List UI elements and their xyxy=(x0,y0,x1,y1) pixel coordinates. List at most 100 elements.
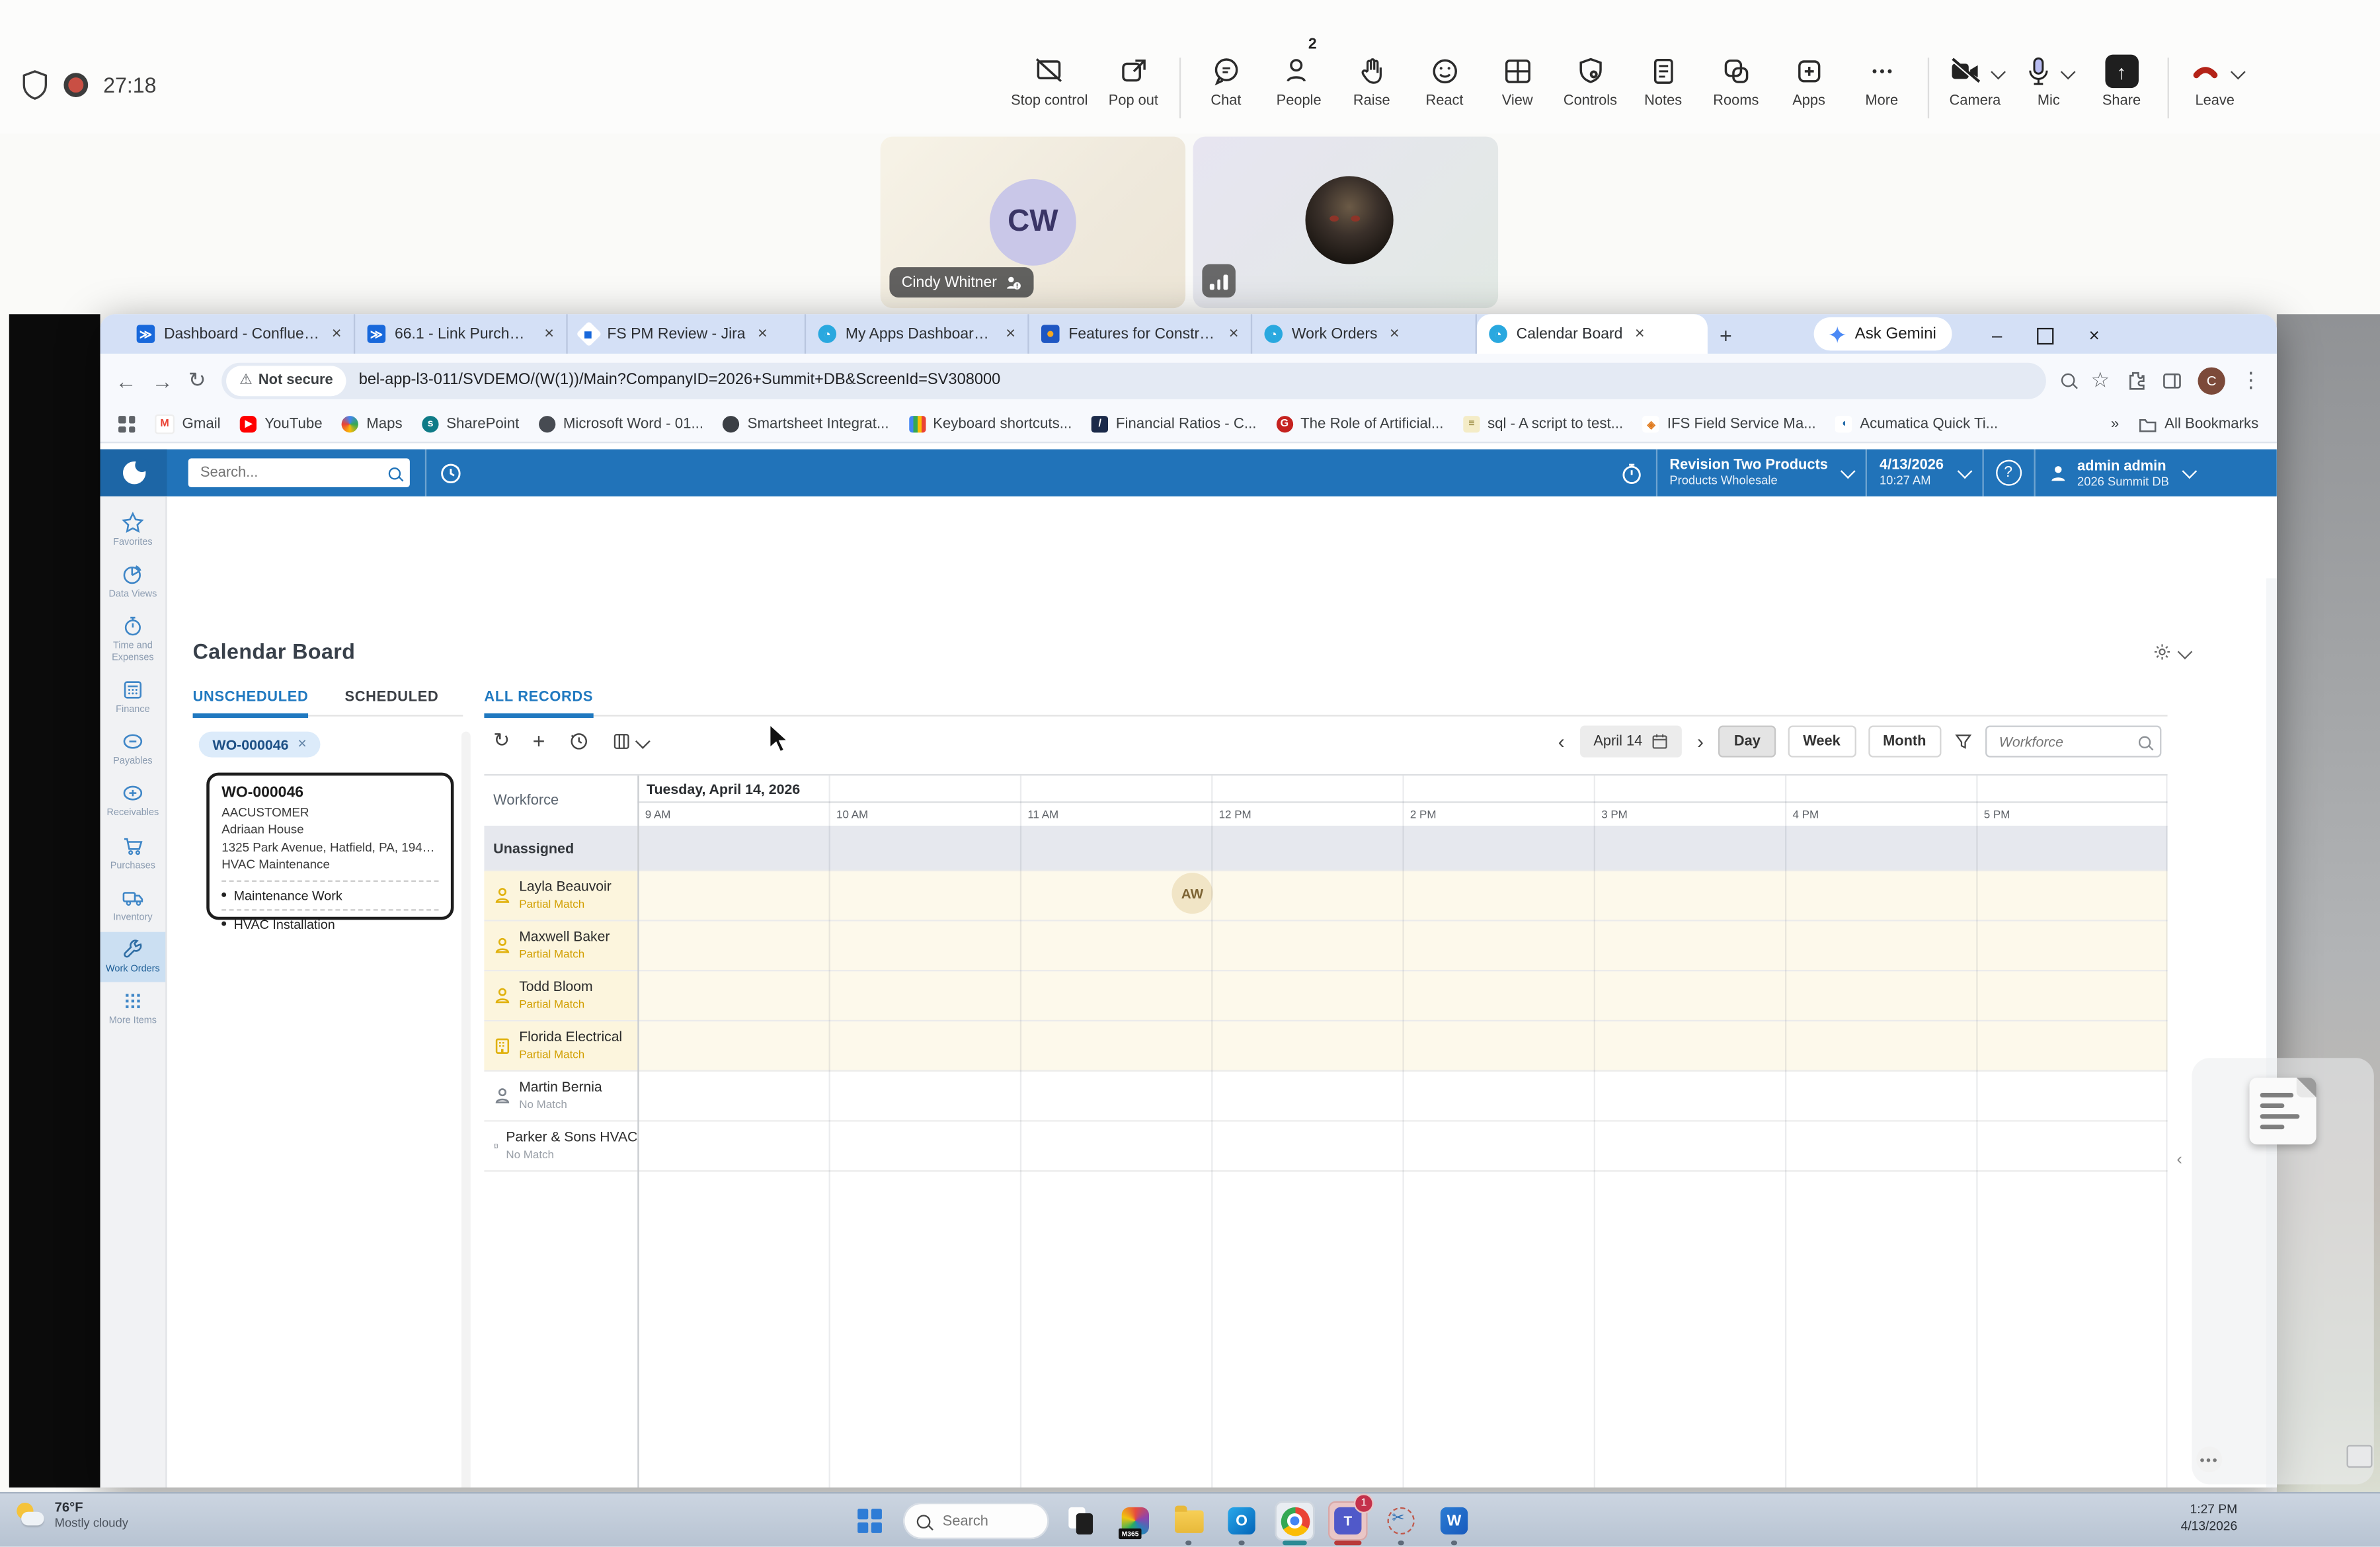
tab-close-icon[interactable]: × xyxy=(1390,325,1400,343)
view-button[interactable]: View xyxy=(1481,55,1554,109)
event-chip-aw[interactable]: AW xyxy=(1171,873,1213,914)
user-chevron-icon[interactable] xyxy=(2182,463,2198,479)
tab-all-records[interactable]: ALL RECORDS xyxy=(484,689,594,718)
calendar-row-maxwell-baker[interactable]: Maxwell Baker Partial Match xyxy=(484,921,2168,972)
apps-grid-icon[interactable] xyxy=(118,416,136,433)
taskbar-weather-widget[interactable]: 76°F Mostly cloudy xyxy=(15,1499,128,1530)
people-button[interactable]: 2 People xyxy=(1263,36,1335,109)
sidebar-item-finance[interactable]: Finance xyxy=(100,672,166,723)
tab-close-icon[interactable]: × xyxy=(1229,325,1239,343)
workforce-search[interactable] xyxy=(1985,725,2162,758)
tab-scheduled[interactable]: SCHEDULED xyxy=(344,689,438,715)
sidebar-item-payables[interactable]: Payables xyxy=(100,725,166,775)
work-order-card[interactable]: WO-000046 AACUSTOMER Adriaan House 1325 … xyxy=(206,772,454,932)
chrome-button[interactable] xyxy=(1275,1501,1315,1546)
calendar-row-florida-electrical[interactable]: Florida Electrical Partial Match xyxy=(484,1021,2168,1072)
camera-button[interactable]: Camera xyxy=(1938,55,2012,109)
bookmarks-overflow-chevrons[interactable]: » xyxy=(2111,416,2119,432)
file-explorer-button[interactable] xyxy=(1169,1501,1209,1546)
taskbar-clock[interactable]: 1:27 PM 4/13/2026 xyxy=(2131,1501,2238,1536)
raise-hand-button[interactable]: Raise xyxy=(1335,55,1408,109)
calendar-row-todd-bloom[interactable]: Todd Bloom Partial Match xyxy=(484,971,2168,1022)
calendar-row-layla-beauvoir[interactable]: Layla Beauvoir Partial Match AW xyxy=(484,871,2168,922)
panel-scrollbar[interactable] xyxy=(461,731,471,1488)
global-search-input[interactable] xyxy=(197,463,383,483)
help-button[interactable]: ? xyxy=(1981,449,2033,496)
bookmark-maps[interactable]: Maps xyxy=(342,416,403,433)
outlook-button[interactable]: O xyxy=(1222,1501,1261,1546)
panel-collapse-arrow[interactable]: ‹ xyxy=(2176,1150,2182,1169)
bookmark-gmail[interactable]: M Gmail xyxy=(155,414,221,434)
close-window-button[interactable]: × xyxy=(2070,317,2118,354)
notes-document-icon[interactable] xyxy=(2249,1078,2317,1145)
word-button[interactable]: W xyxy=(1435,1501,1474,1546)
tab-my-apps-dashboard[interactable]: ◔ My Apps Dashboard | Acu × xyxy=(806,314,1029,354)
tab-dashboard-confluence[interactable]: ≫ Dashboard - Confluence × xyxy=(124,314,356,354)
bookmark-sharepoint[interactable]: s SharePoint xyxy=(422,416,519,433)
notes-button[interactable]: Notes xyxy=(1627,55,1700,109)
leave-button[interactable]: Leave xyxy=(2178,55,2252,109)
pop-out-button[interactable]: Pop out xyxy=(1097,55,1170,109)
m365-copilot-button[interactable]: M365 xyxy=(1116,1501,1156,1541)
filter-chip-wo-000046[interactable]: WO-000046 × xyxy=(198,731,321,758)
tab-close-icon[interactable]: × xyxy=(544,325,554,343)
bookmark-ifs-field-service[interactable]: ◈ IFS Field Service Ma... xyxy=(1643,416,1816,433)
date-nav-button[interactable]: April 14 xyxy=(1579,725,1683,758)
tab-fs-pm-review-jira[interactable]: ◆ FS PM Review - Jira × xyxy=(568,314,807,354)
back-button[interactable]: ← xyxy=(115,368,136,393)
sidebar-item-inventory[interactable]: Inventory xyxy=(100,880,166,930)
desktop-corner-icon[interactable] xyxy=(2346,1445,2373,1468)
sidebar-item-work-orders[interactable]: Work Orders xyxy=(100,932,166,983)
maximize-button[interactable] xyxy=(2021,317,2069,354)
history-clock-icon[interactable] xyxy=(568,730,589,751)
tab-link-purchase-order[interactable]: ≫ 66.1 - Link Purchase Order × xyxy=(355,314,568,354)
minimize-button[interactable]: – xyxy=(1973,317,2021,354)
view-day-button[interactable]: Day xyxy=(1718,725,1776,758)
sidebar-item-more-items[interactable]: More Items xyxy=(100,984,166,1035)
bookmark-acumatica-quick-tips[interactable]: ◖ Acumatica Quick Ti... xyxy=(1835,416,1998,433)
calendar-row-unassigned[interactable]: Unassigned xyxy=(484,825,2168,871)
not-secure-chip[interactable]: ⚠ Not secure xyxy=(225,365,347,396)
tenant-chevron-icon[interactable] xyxy=(1841,463,1856,479)
add-button[interactable]: + xyxy=(533,729,545,753)
forward-button[interactable]: → xyxy=(152,368,173,393)
tab-features-for-construction[interactable]: Features for Construction | × xyxy=(1029,314,1253,354)
stopwatch-button[interactable] xyxy=(1607,450,1655,496)
rooms-button[interactable]: Rooms xyxy=(1700,55,1772,109)
stop-control-button[interactable]: Stop control xyxy=(1002,55,1097,109)
workforce-search-input[interactable] xyxy=(1996,732,2133,751)
tab-unscheduled[interactable]: UNSCHEDULED xyxy=(192,689,309,718)
tab-calendar-board-active[interactable]: ◔ Calendar Board × xyxy=(1476,314,1708,354)
bookmark-role-of-artificial[interactable]: G The Role of Artificial... xyxy=(1276,416,1443,433)
tab-close-icon[interactable]: × xyxy=(1635,325,1645,343)
user-menu[interactable]: admin admin 2026 Summit DB xyxy=(2033,449,2181,496)
bookmark-sql-script[interactable]: ≡ sql - A script to test... xyxy=(1463,416,1623,433)
taskbar-search-input[interactable] xyxy=(939,1511,1035,1531)
tab-close-icon[interactable]: × xyxy=(758,325,768,343)
participant-tile-dog[interactable] xyxy=(1193,136,1499,309)
snipping-tool-button[interactable] xyxy=(1381,1501,1421,1546)
mic-chevron-icon[interactable] xyxy=(2061,63,2077,79)
sidebar-item-favorites[interactable]: Favorites xyxy=(100,506,166,556)
view-month-button[interactable]: Month xyxy=(1868,725,1942,758)
address-bar[interactable]: ⚠ Not secure bel-app-l3-011/SVDEMO/(W(1)… xyxy=(221,362,2047,399)
taskbar-search[interactable] xyxy=(903,1502,1049,1540)
teams-button[interactable]: T1 xyxy=(1328,1493,1374,1546)
calendar-row-parker-sons-hvac[interactable]: Parker & Sons HVAC No Match xyxy=(484,1121,2168,1172)
chip-remove-icon[interactable]: × xyxy=(298,736,306,753)
share-button[interactable]: ↑ Share xyxy=(2085,54,2158,109)
more-options-button[interactable]: ••• xyxy=(2196,1447,2223,1473)
tenant-selector[interactable]: Revision Two Products Products Wholesale xyxy=(1655,449,1841,496)
apps-button[interactable]: Apps xyxy=(1772,55,1845,109)
bookmark-star-icon[interactable]: ☆ xyxy=(2090,368,2110,393)
bookmark-smartsheet[interactable]: Smartsheet Integrat... xyxy=(723,416,889,433)
controls-button[interactable]: Controls xyxy=(1554,55,1626,109)
sidebar-item-data-views[interactable]: Data Views xyxy=(100,557,166,608)
next-day-button[interactable]: › xyxy=(1694,730,1706,752)
tab-close-icon[interactable]: × xyxy=(1006,325,1015,343)
more-button[interactable]: More xyxy=(1845,55,1918,109)
refresh-button[interactable]: ↻ xyxy=(493,729,510,753)
tab-work-orders[interactable]: ◔ Work Orders × xyxy=(1252,314,1477,354)
participant-tile-cindy[interactable]: CW Cindy Whitner xyxy=(880,136,1186,309)
global-search[interactable] xyxy=(188,458,410,487)
